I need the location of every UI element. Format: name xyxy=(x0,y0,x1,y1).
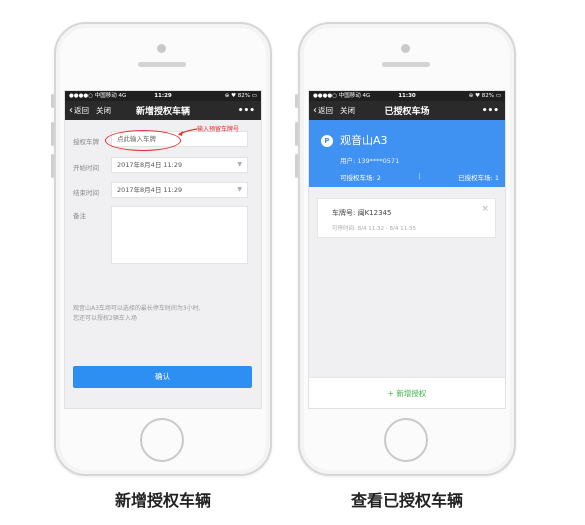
battery-indicator: ⊕ ♥ 82% ▭ xyxy=(224,93,257,99)
plate-label: 授权车牌 xyxy=(73,138,99,146)
carrier-signal: ●●●●○ 中国移动 4G xyxy=(69,93,127,99)
start-time-value: 2017年8月4日 11:29 xyxy=(117,161,183,169)
home-button[interactable] xyxy=(384,418,428,462)
authorized-vehicle-card[interactable]: 车牌号: 闽K12345 可停时间: 8/4 11:32 - 8/4 11:35… xyxy=(317,198,496,238)
chevron-left-icon: ‹ xyxy=(313,104,317,116)
front-camera xyxy=(401,44,410,53)
dropdown-arrow-icon: ▼ xyxy=(237,186,242,193)
parking-icon: P xyxy=(321,135,333,147)
start-time-select[interactable]: 2017年8月4日 11:29 ▼ xyxy=(111,157,248,173)
end-time-label: 结束时间 xyxy=(73,189,99,197)
end-time-value: 2017年8月4日 11:29 xyxy=(117,186,183,194)
volume-up-button xyxy=(51,122,54,146)
stats-separator: | xyxy=(418,172,421,180)
start-time-label: 开始时间 xyxy=(73,164,99,172)
close-icon[interactable]: × xyxy=(481,204,489,214)
battery-indicator: ⊕ ♥ 82% ▭ xyxy=(468,93,501,99)
screen-authorized-lots: ●●●●○ 中国移动 4G 11:30 ⊕ ♥ 82% ▭ ‹ 返回 关闭 已授… xyxy=(308,90,506,409)
phone-frame-left: ●●●●○ 中国移动 4G 11:29 ⊕ ♥ 82% ▭ ‹ 返回 关闭 新增… xyxy=(51,22,272,476)
close-button[interactable]: 关闭 xyxy=(340,105,355,116)
status-bar: ●●●●○ 中国移动 4G 11:30 ⊕ ♥ 82% ▭ xyxy=(309,91,505,101)
mute-switch xyxy=(295,94,298,108)
phone-frame-right: ●●●●○ 中国移动 4G 11:30 ⊕ ♥ 82% ▭ ‹ 返回 关闭 已授… xyxy=(295,22,516,476)
page-title: 已授权车场 xyxy=(384,107,430,117)
parking-lot-header: P 观音山A3 用户: 139****0571 可授权车场: 2 | 已授权车场… xyxy=(309,120,505,187)
annotation-text: 输入预留车牌号 xyxy=(197,126,240,133)
status-time: 11:30 xyxy=(398,93,416,99)
volume-down-button xyxy=(51,154,54,178)
parking-lot-name: 观音山A3 xyxy=(340,134,388,147)
earpiece-speaker xyxy=(138,62,186,67)
back-label: 返回 xyxy=(318,106,333,115)
status-bar: ●●●●○ 中国移动 4G 11:29 ⊕ ♥ 82% ▭ xyxy=(65,91,261,101)
mute-switch xyxy=(51,94,54,108)
volume-down-button xyxy=(295,154,298,178)
earpiece-speaker xyxy=(382,62,430,67)
card-plate-number: 车牌号: 闽K12345 xyxy=(332,209,392,217)
more-icon[interactable]: ••• xyxy=(238,106,255,116)
close-button[interactable]: 关闭 xyxy=(96,105,111,116)
info-text: 观音山A3车场可以选择的最长停车时间为3小时, 您还可以授权2辆车入场 xyxy=(73,304,253,324)
screen-new-authorization: ●●●●○ 中国移动 4G 11:29 ⊕ ♥ 82% ▭ ‹ 返回 关闭 新增… xyxy=(64,90,262,409)
confirm-button[interactable]: 确认 xyxy=(73,366,252,388)
back-button[interactable]: ‹ 返回 xyxy=(309,105,333,116)
caption-new-authorization: 新增授权车辆 xyxy=(114,491,211,510)
back-label: 返回 xyxy=(74,106,89,115)
status-time: 11:29 xyxy=(154,93,172,99)
home-button[interactable] xyxy=(140,418,184,462)
annotation-arrow-icon xyxy=(178,128,198,136)
back-button[interactable]: ‹ 返回 xyxy=(65,105,89,116)
authorized-count: 已授权车场: 1 xyxy=(458,174,499,182)
nav-bar: ‹ 返回 关闭 已授权车场 ••• xyxy=(309,101,505,120)
lot-stats: 可授权车场: 2 | 已授权车场: 1 xyxy=(340,172,499,182)
user-phone: 用户: 139****0571 xyxy=(340,157,400,165)
dropdown-arrow-icon: ▼ xyxy=(237,161,242,168)
more-icon[interactable]: ••• xyxy=(482,106,499,116)
notes-textarea[interactable] xyxy=(111,206,248,264)
carrier-signal: ●●●●○ 中国移动 4G xyxy=(313,93,371,99)
end-time-select[interactable]: 2017年8月4日 11:29 ▼ xyxy=(111,182,248,198)
annotation-ellipse xyxy=(105,130,181,151)
add-authorization-button[interactable]: + 新增授权 xyxy=(309,377,505,408)
volume-up-button xyxy=(295,122,298,146)
notes-label: 备注 xyxy=(73,212,86,220)
nav-bar: ‹ 返回 关闭 新增授权车辆 ••• xyxy=(65,101,261,120)
page-title: 新增授权车辆 xyxy=(135,107,190,117)
authorizable-count: 可授权车场: 2 xyxy=(340,174,381,182)
chevron-left-icon: ‹ xyxy=(69,104,73,116)
info-line-1: 观音山A3车场可以选择的最长停车时间为3小时, xyxy=(73,305,201,312)
caption-view-authorized: 查看已授权车辆 xyxy=(350,491,463,510)
info-line-2: 您还可以授权2辆车入场 xyxy=(73,315,137,322)
front-camera xyxy=(157,44,166,53)
card-parking-time: 可停时间: 8/4 11:32 - 8/4 11:35 xyxy=(332,226,416,232)
